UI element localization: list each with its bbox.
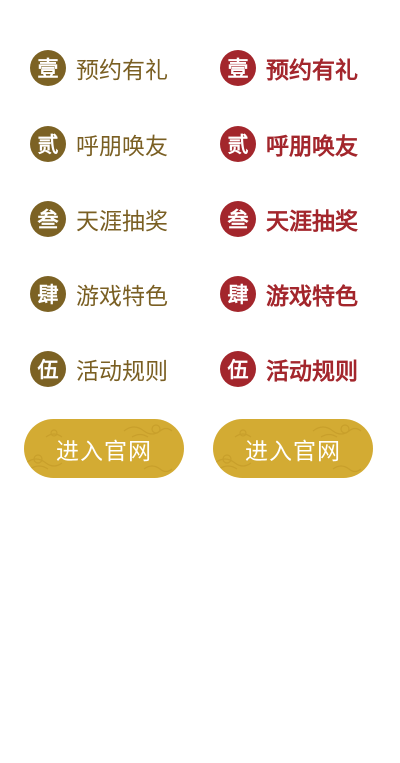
numeral-badge: 肆: [220, 276, 256, 312]
nav-item-label: 活动规则: [76, 359, 168, 385]
nav-item-label: 预约有礼: [266, 58, 358, 84]
official-site-button-active[interactable]: 进入官网: [213, 419, 373, 478]
numeral-badge: 贰: [220, 126, 256, 162]
nav-item-label: 游戏特色: [266, 284, 358, 310]
official-site-label: 进入官网: [245, 438, 341, 465]
nav-item-label: 天涯抽奖: [76, 209, 168, 235]
nav-item-label: 天涯抽奖: [266, 209, 358, 235]
nav-item-label: 活动规则: [266, 359, 358, 385]
numeral-badge: 伍: [30, 351, 66, 387]
nav-item-lottery-active[interactable]: 叁 天涯抽奖: [220, 200, 358, 238]
nav-item-label: 呼朋唤友: [266, 134, 358, 160]
nav-item-label: 预约有礼: [76, 58, 168, 84]
official-site-label: 进入官网: [56, 438, 152, 465]
nav-item-rules[interactable]: 伍 活动规则: [30, 350, 168, 388]
numeral-badge: 肆: [30, 276, 66, 312]
nav-item-label: 呼朋唤友: [76, 134, 168, 160]
numeral-badge: 伍: [220, 351, 256, 387]
numeral-badge: 贰: [30, 126, 66, 162]
nav-item-label: 游戏特色: [76, 284, 168, 310]
nav-item-rules-active[interactable]: 伍 活动规则: [220, 350, 358, 388]
nav-item-reserve-active[interactable]: 壹 预约有礼: [220, 49, 358, 87]
numeral-badge: 壹: [30, 50, 66, 86]
nav-item-invite-friends-active[interactable]: 贰 呼朋唤友: [220, 125, 358, 163]
numeral-badge: 壹: [220, 50, 256, 86]
official-site-button[interactable]: 进入官网: [24, 419, 184, 478]
nav-item-reserve[interactable]: 壹 预约有礼: [30, 49, 168, 87]
nav-item-lottery[interactable]: 叁 天涯抽奖: [30, 200, 168, 238]
nav-item-game-features[interactable]: 肆 游戏特色: [30, 275, 168, 313]
numeral-badge: 叁: [220, 201, 256, 237]
nav-item-invite-friends[interactable]: 贰 呼朋唤友: [30, 125, 168, 163]
nav-item-game-features-active[interactable]: 肆 游戏特色: [220, 275, 358, 313]
numeral-badge: 叁: [30, 201, 66, 237]
